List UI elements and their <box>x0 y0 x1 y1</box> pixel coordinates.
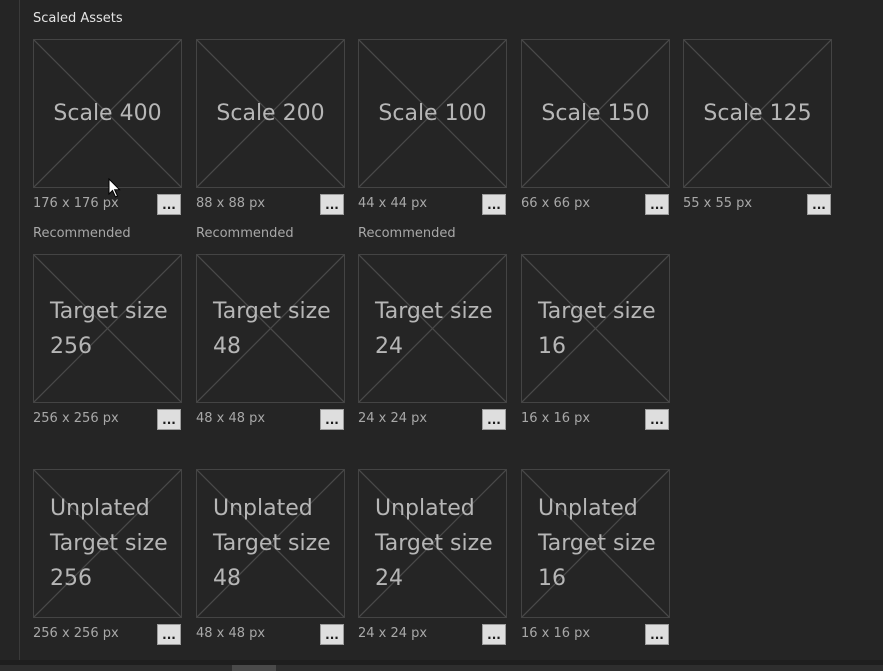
browse-button[interactable]: ... <box>807 194 831 215</box>
recommended-label: Recommended <box>33 226 131 241</box>
asset-tile[interactable]: Target size 48 <box>196 254 345 403</box>
tile-label-line: Unplated <box>50 496 150 521</box>
tile-label-line: Target size <box>538 298 656 324</box>
asset-tile[interactable]: Scale 400 <box>33 39 182 188</box>
asset-size-text: 16 x 16 px <box>521 411 591 426</box>
scaled-assets-panel: Scaled Assets Scale 400 176 x 176 px... Re… <box>0 0 883 671</box>
tile-label: Target size 16 <box>538 255 665 402</box>
tile-label: Unplated Target size 48 <box>213 470 340 617</box>
tile-label-line: Target size <box>213 531 331 556</box>
tile-label-line: Target size <box>50 298 168 324</box>
tile-label-line: Unplated <box>213 496 313 521</box>
asset-tile[interactable]: Target size 16 <box>521 254 670 403</box>
browse-button[interactable]: ... <box>157 409 181 430</box>
scrollbar-track-left <box>0 665 232 671</box>
asset-size-text: 176 x 176 px <box>33 196 119 211</box>
asset-tile[interactable]: Unplated Target size 24 <box>358 469 507 618</box>
browse-button[interactable]: ... <box>645 409 669 430</box>
tile-label: Unplated Target size 16 <box>538 470 665 617</box>
asset-tile[interactable]: Scale 200 <box>196 39 345 188</box>
asset-tile[interactable]: Target size 256 <box>33 254 182 403</box>
tile-label: Scale 400 <box>34 40 181 187</box>
browse-button[interactable]: ... <box>157 624 181 645</box>
panel-divider <box>19 0 20 660</box>
tile-label-line: 48 <box>213 333 241 359</box>
tile-label-line: Unplated <box>375 496 475 521</box>
tile-label: Unplated Target size 24 <box>375 470 502 617</box>
browse-button[interactable]: ... <box>645 624 669 645</box>
tile-label: Scale 200 <box>197 40 344 187</box>
tile-label-line: Target size <box>375 298 493 324</box>
scrollbar-track-right <box>276 665 883 671</box>
tile-label: Target size 48 <box>213 255 340 402</box>
tile-label-line: Target size <box>538 531 656 556</box>
tile-label: Target size 24 <box>375 255 502 402</box>
browse-button[interactable]: ... <box>482 194 506 215</box>
tile-label-line: 48 <box>213 566 241 591</box>
section-title: Scaled Assets <box>33 11 123 26</box>
tile-label-line: 24 <box>375 566 403 591</box>
asset-size-text: 16 x 16 px <box>521 626 591 641</box>
tile-label: Target size 256 <box>50 255 177 402</box>
asset-tile[interactable]: Unplated Target size 16 <box>521 469 670 618</box>
asset-tile[interactable]: Unplated Target size 48 <box>196 469 345 618</box>
asset-size-text: 55 x 55 px <box>683 196 753 211</box>
tile-label-line: Scale 150 <box>541 101 650 126</box>
asset-size-text: 48 x 48 px <box>196 626 266 641</box>
recommended-label: Recommended <box>358 226 456 241</box>
asset-tile[interactable]: Unplated Target size 256 <box>33 469 182 618</box>
tile-label-line: Scale 125 <box>703 101 812 126</box>
recommended-label: Recommended <box>196 226 294 241</box>
tile-label: Scale 125 <box>684 40 831 187</box>
browse-button[interactable]: ... <box>482 624 506 645</box>
tile-label-line: 256 <box>50 566 92 591</box>
asset-size-text: 256 x 256 px <box>33 411 119 426</box>
tile-label: Scale 150 <box>522 40 669 187</box>
mouse-pointer-icon <box>108 178 121 198</box>
tile-label-line: Target size <box>213 298 331 324</box>
tile-label-line: Target size <box>375 531 493 556</box>
tile-label-line: Scale 400 <box>53 101 162 126</box>
scrollbar-thumb[interactable] <box>232 665 276 671</box>
tile-label-line: Scale 100 <box>378 101 487 126</box>
browse-button[interactable]: ... <box>482 409 506 430</box>
browse-button[interactable]: ... <box>645 194 669 215</box>
tile-label-line: Target size <box>50 531 168 556</box>
asset-size-text: 256 x 256 px <box>33 626 119 641</box>
tile-label-line: 16 <box>538 566 566 591</box>
asset-size-text: 48 x 48 px <box>196 411 266 426</box>
tile-label: Unplated Target size 256 <box>50 470 177 617</box>
browse-button[interactable]: ... <box>320 194 344 215</box>
tile-label-line: Scale 200 <box>216 101 325 126</box>
bottom-scrollbar[interactable] <box>0 660 883 671</box>
browse-button[interactable]: ... <box>320 409 344 430</box>
asset-tile[interactable]: Scale 100 <box>358 39 507 188</box>
asset-size-text: 66 x 66 px <box>521 196 591 211</box>
tile-label: Scale 100 <box>359 40 506 187</box>
asset-tile[interactable]: Scale 125 <box>683 39 832 188</box>
asset-size-text: 88 x 88 px <box>196 196 266 211</box>
asset-tile[interactable]: Target size 24 <box>358 254 507 403</box>
browse-button[interactable]: ... <box>157 194 181 215</box>
asset-size-text: 44 x 44 px <box>358 196 428 211</box>
tile-label-line: 256 <box>50 333 92 359</box>
tile-label-line: 24 <box>375 333 403 359</box>
asset-size-text: 24 x 24 px <box>358 626 428 641</box>
browse-button[interactable]: ... <box>320 624 344 645</box>
asset-size-text: 24 x 24 px <box>358 411 428 426</box>
tile-label-line: 16 <box>538 333 566 359</box>
asset-tile[interactable]: Scale 150 <box>521 39 670 188</box>
tile-label-line: Unplated <box>538 496 638 521</box>
